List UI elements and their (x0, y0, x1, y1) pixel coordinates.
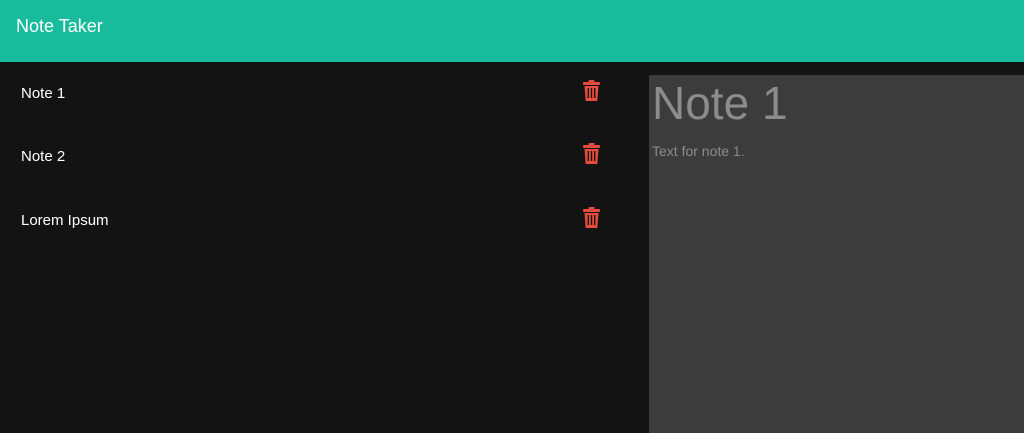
note-title-input[interactable] (649, 75, 1024, 131)
note-list-item[interactable]: Note 1 (0, 62, 649, 125)
note-text-textarea[interactable]: Text for note 1. (649, 141, 1024, 421)
note-item-title[interactable]: Note 2 (21, 147, 65, 167)
app-title[interactable]: Note Taker (16, 14, 103, 38)
trash-icon[interactable] (583, 143, 600, 164)
trash-icon[interactable] (583, 80, 600, 101)
note-item-title[interactable]: Lorem Ipsum (21, 211, 109, 231)
note-list-item[interactable]: Lorem Ipsum (0, 189, 649, 252)
navbar: Note Taker (0, 0, 1024, 62)
note-list-panel: Note 1 Note 2 Lorem Ipsum (0, 62, 649, 433)
trash-icon[interactable] (583, 207, 600, 228)
note-editor: Text for note 1. (649, 75, 1024, 433)
note-item-title[interactable]: Note 1 (21, 84, 65, 104)
note-list-item[interactable]: Note 2 (0, 125, 649, 188)
